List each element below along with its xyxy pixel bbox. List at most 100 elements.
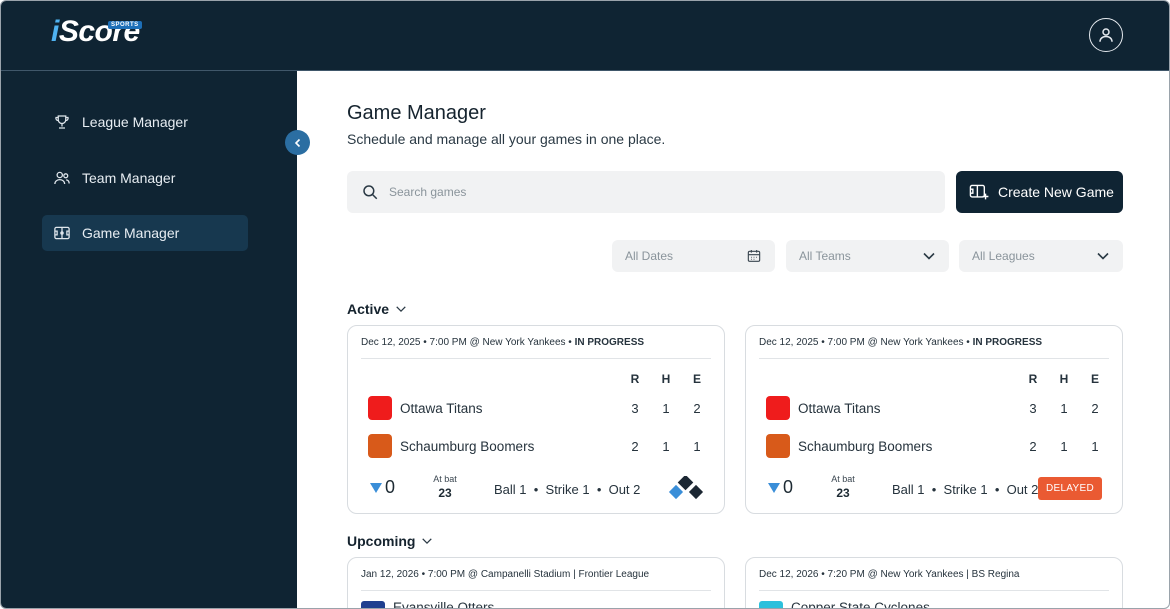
upcoming-game-card[interactable]: Jan 12, 2026 • 7:00 PM @ Campanelli Stad… <box>347 557 725 609</box>
app-logo[interactable]: iScore SPORTS <box>51 15 142 49</box>
bottom-inning-arrow-icon <box>768 482 780 493</box>
game-date: Jan 12, 2026 • 7:00 PM @ Campanelli Stad… <box>361 569 650 580</box>
game-date: Dec 12, 2025 • 7:00 PM @ New York Yankee… <box>759 337 973 348</box>
add-scoreboard-icon <box>969 183 989 201</box>
game-date: Dec 12, 2025 • 7:00 PM @ New York Yankee… <box>361 337 575 348</box>
team-errors: 1 <box>693 439 701 454</box>
game-header: Dec 12, 2025 • 7:00 PM @ New York Yankee… <box>361 337 711 359</box>
errors-header: E <box>692 372 701 386</box>
chevron-down-icon <box>395 303 407 315</box>
at-bat-label: At bat <box>433 474 457 484</box>
hits-header: H <box>1059 372 1069 386</box>
bottom-inning-arrow-icon <box>370 482 382 493</box>
team-row: Evansville Otters <box>361 600 495 609</box>
active-section-label: Active <box>347 301 390 317</box>
active-game-card[interactable]: Dec 12, 2025 • 7:00 PM @ New York Yankee… <box>745 325 1123 514</box>
date-filter-label: All Dates <box>625 249 674 263</box>
search-bar[interactable] <box>347 171 945 213</box>
team-row: Ottawa Titans <box>368 396 483 420</box>
main-content: Game Manager Schedule and manage all you… <box>297 71 1169 609</box>
team-runs: 2 <box>631 439 639 454</box>
team-row: Schaumburg Boomers <box>368 434 534 458</box>
team-name: Evansville Otters <box>393 600 495 609</box>
team-row: Ottawa Titans <box>766 396 881 420</box>
team-name: Ottawa Titans <box>798 400 881 416</box>
at-bat-label: At bat <box>831 474 855 484</box>
upcoming-section-toggle[interactable]: Upcoming <box>347 533 433 549</box>
at-bat: At bat 23 <box>430 474 460 500</box>
sidebar-collapse-button[interactable] <box>285 130 310 155</box>
errors-header: E <box>1090 372 1099 386</box>
upcoming-section-label: Upcoming <box>347 533 416 549</box>
upcoming-game-card[interactable]: Dec 12, 2026 • 7:20 PM @ New York Yankee… <box>745 557 1123 609</box>
search-icon <box>363 185 378 200</box>
sidebar-item-label: Game Manager <box>82 225 180 241</box>
team-color-swatch <box>759 600 783 608</box>
inning-indicator: 0 <box>370 477 395 498</box>
team-name: Schaumburg Boomers <box>798 438 933 454</box>
leagues-filter[interactable]: All Leagues <box>959 240 1123 272</box>
logo-text: Score <box>58 15 140 48</box>
chevron-down-icon <box>421 535 433 547</box>
team-hits: 1 <box>1060 401 1068 416</box>
sidebar-item-label: Team Manager <box>82 170 176 186</box>
teams-filter-label: All Teams <box>799 249 851 263</box>
runs-header: R <box>1028 372 1038 386</box>
page-title: Game Manager <box>347 102 486 124</box>
inning-number: 0 <box>385 477 396 497</box>
active-section-toggle[interactable]: Active <box>347 301 407 317</box>
team-errors: 1 <box>1091 439 1099 454</box>
active-game-card[interactable]: Dec 12, 2025 • 7:00 PM @ New York Yankee… <box>347 325 725 514</box>
team-name: Copper State Cyclones <box>791 600 930 609</box>
team-runs: 2 <box>1029 439 1037 454</box>
scoreboard-icon <box>52 223 72 243</box>
runs-header: R <box>630 372 640 386</box>
game-status: IN PROGRESS <box>972 337 1043 348</box>
trophy-icon <box>52 112 72 132</box>
team-runs: 3 <box>631 401 639 416</box>
game-date: Dec 12, 2026 • 7:20 PM @ New York Yankee… <box>759 569 1020 580</box>
chevron-down-icon <box>1097 252 1109 260</box>
pitch-count: Ball 1 • Strike 1 • Out 2 <box>494 482 641 497</box>
team-hits: 1 <box>1060 439 1068 454</box>
create-new-game-button[interactable]: Create New Game <box>956 171 1123 213</box>
user-avatar-button[interactable] <box>1089 18 1123 52</box>
logo-i: i <box>51 15 59 48</box>
team-color-swatch <box>368 434 392 458</box>
chevron-left-icon <box>294 138 300 147</box>
hits-header: H <box>661 372 671 386</box>
inning-indicator: 0 <box>768 477 793 498</box>
team-name: Schaumburg Boomers <box>400 438 535 454</box>
team-errors: 2 <box>1091 401 1099 416</box>
team-row: Schaumburg Boomers <box>766 434 932 458</box>
date-filter[interactable]: All Dates <box>612 240 775 272</box>
at-bat-number: 23 <box>836 486 850 500</box>
sidebar: League Manager Team Manager Game Manager <box>1 71 297 608</box>
create-new-game-label: Create New Game <box>998 184 1114 200</box>
sidebar-item-label: League Manager <box>82 114 188 130</box>
inning-number: 0 <box>783 477 794 497</box>
sidebar-item-league-manager[interactable]: League Manager <box>42 104 248 140</box>
bases-diamond-icon <box>668 476 704 500</box>
at-bat-number: 23 <box>438 486 452 500</box>
delayed-badge: DELAYED <box>1037 477 1102 500</box>
team-hits: 1 <box>662 401 670 416</box>
game-status: IN PROGRESS <box>574 337 645 348</box>
app-window: iScore SPORTS League Manager Team Manage… <box>0 0 1170 609</box>
search-input[interactable] <box>389 185 889 199</box>
team-runs: 3 <box>1029 401 1037 416</box>
game-footer: 0 At bat 23 Ball 1 • Strike 1 • Out 2 DE… <box>768 474 1102 504</box>
sidebar-item-team-manager[interactable]: Team Manager <box>42 160 248 196</box>
sidebar-item-game-manager[interactable]: Game Manager <box>42 215 248 251</box>
pitch-count: Ball 1 • Strike 1 • Out 2 <box>892 482 1039 497</box>
page-subtitle: Schedule and manage all your games in on… <box>347 131 666 147</box>
teams-filter[interactable]: All Teams <box>786 240 949 272</box>
logo-badge: SPORTS <box>108 21 142 29</box>
team-hits: 1 <box>662 439 670 454</box>
team-row: Copper State Cyclones <box>759 600 930 609</box>
game-header: Jan 12, 2026 • 7:00 PM @ Campanelli Stad… <box>361 569 711 591</box>
team-color-swatch <box>766 434 790 458</box>
team-name: Ottawa Titans <box>400 400 483 416</box>
chevron-down-icon <box>923 252 935 260</box>
team-color-swatch <box>368 396 392 420</box>
